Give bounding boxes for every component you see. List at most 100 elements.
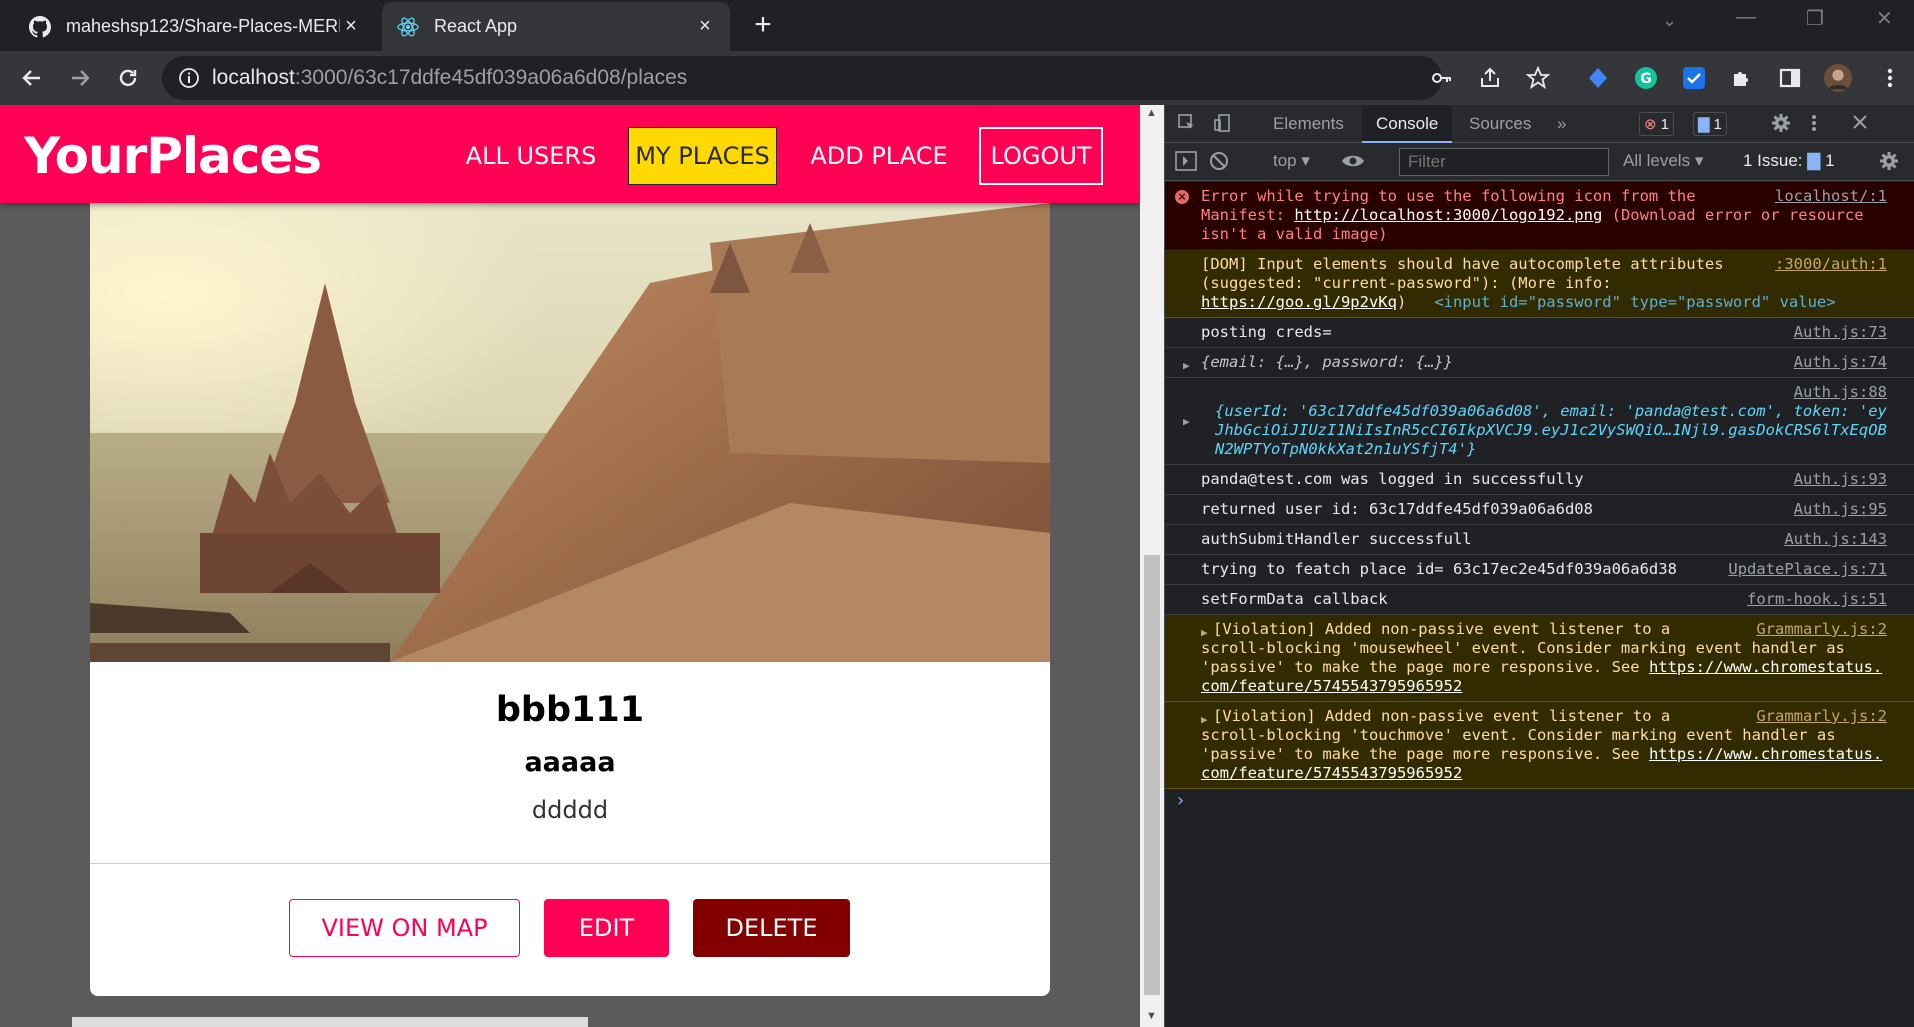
devtools-menu-icon[interactable] <box>1803 113 1825 135</box>
error-circle-icon: × <box>1175 190 1189 204</box>
tab-console[interactable]: Console <box>1362 105 1453 143</box>
tab-sources[interactable]: Sources <box>1455 105 1545 143</box>
close-tab-icon[interactable]: × <box>694 15 716 38</box>
message-tail: ) <box>1396 293 1407 311</box>
close-window-icon[interactable]: ✕ <box>1876 6 1893 31</box>
console-log-message: form-hook.js:51 setFormData callback <box>1165 585 1914 615</box>
reload-icon[interactable] <box>110 60 146 96</box>
checkmark-extension-icon[interactable] <box>1680 64 1708 92</box>
console-log-message: Auth.js:73 posting creds= <box>1165 318 1914 348</box>
browser-toolbar: localhost:3000/63c17ddfe45df039a06a6d08/… <box>0 51 1914 105</box>
browser-tab-react-app[interactable]: React App × <box>382 2 730 51</box>
tab-search-icon[interactable]: ⌄ <box>1662 10 1677 31</box>
address-bar[interactable]: localhost:3000/63c17ddfe45df039a06a6d08/… <box>162 56 1442 100</box>
element-reference[interactable]: <input id="password" type="password" val… <box>1434 293 1835 311</box>
nav-my-places[interactable]: MY PLACES <box>628 127 777 185</box>
bookmark-star-icon[interactable] <box>1524 64 1552 92</box>
expand-triangle-icon[interactable]: ▶ <box>1183 412 1190 431</box>
scroll-down-arrow-icon[interactable]: ▼ <box>1146 1010 1157 1022</box>
web-page-viewport: YourPlaces ALL USERS MY PLACES ADD PLACE… <box>0 105 1140 1027</box>
more-info-link[interactable]: https://goo.gl/9p2vKq <box>1201 293 1397 311</box>
share-icon[interactable] <box>1476 64 1504 92</box>
profile-avatar[interactable] <box>1824 64 1852 92</box>
delete-button[interactable]: DELETE <box>693 899 850 957</box>
new-tab-button[interactable]: + <box>748 8 778 42</box>
error-icon: ⊗ <box>1644 116 1657 133</box>
settings-gear-icon[interactable] <box>1763 113 1799 135</box>
source-link[interactable]: Grammarly.js:2 <box>1756 620 1887 639</box>
close-devtools-icon[interactable] <box>1843 113 1877 135</box>
scroll-up-arrow-icon[interactable]: ▲ <box>1146 107 1157 119</box>
extensions-puzzle-icon[interactable] <box>1728 64 1756 92</box>
issue-count: 1 <box>1825 151 1835 170</box>
clear-console-icon[interactable] <box>1209 151 1229 176</box>
source-link[interactable]: localhost/:1 <box>1775 187 1887 206</box>
nav-logout[interactable]: LOGOUT <box>979 127 1103 185</box>
eye-icon[interactable] <box>1341 151 1365 176</box>
error-count-badge[interactable]: ⊗ 1 <box>1639 112 1674 136</box>
nav-add-place[interactable]: ADD PLACE <box>799 127 959 185</box>
github-icon <box>28 15 52 39</box>
console-filter-input[interactable] <box>1399 148 1609 176</box>
log-levels-label: All levels <box>1623 151 1691 170</box>
manifest-icon-link[interactable]: http://localhost:3000/logo192.png <box>1294 206 1602 224</box>
source-link[interactable]: Auth.js:74 <box>1794 353 1887 372</box>
console-settings-gear-icon[interactable] <box>1879 151 1899 176</box>
tab-elements[interactable]: Elements <box>1259 105 1358 143</box>
brand-logo[interactable]: YourPlaces <box>24 127 322 185</box>
console-violation-message[interactable]: ▶ Grammarly.js:2 [Violation] Added non-p… <box>1165 702 1914 789</box>
source-link[interactable]: Grammarly.js:2 <box>1756 707 1887 726</box>
message-text: [DOM] Input elements should have autocom… <box>1201 255 1724 292</box>
source-link[interactable]: Auth.js:95 <box>1794 500 1887 519</box>
menu-kebab-icon[interactable] <box>1876 64 1904 92</box>
source-link[interactable]: UpdatePlace.js:71 <box>1728 560 1887 579</box>
object-preview: {userId: '63c17ddfe45df039a06a6d08', ema… <box>1215 402 1887 458</box>
view-on-map-button[interactable]: VIEW ON MAP <box>289 899 520 957</box>
console-input-row[interactable]: › <box>1165 789 1914 817</box>
url-host: localhost <box>212 66 295 89</box>
more-tabs-icon[interactable]: » <box>1543 105 1580 143</box>
console-log-object[interactable]: ▶ Auth.js:74 {email: {…}, password: {…}} <box>1165 348 1914 378</box>
console-warning-message: :3000/auth:1 [DOM] Input elements should… <box>1165 250 1914 318</box>
browser-tab-github[interactable]: maheshsp123/Share-Places-MERN × <box>14 2 376 51</box>
issues-button[interactable]: 1 Issue: ▇ 1 <box>1743 151 1835 171</box>
expand-triangle-icon[interactable]: ▶ <box>1201 710 1208 729</box>
tab-title: React App <box>434 16 518 36</box>
source-link[interactable]: Auth.js:143 <box>1784 530 1887 549</box>
side-panel-icon[interactable] <box>1776 64 1804 92</box>
console-toolbar: top ▾ All levels ▾ 1 Issue: ▇ 1 <box>1165 143 1914 181</box>
log-levels-dropdown[interactable]: All levels ▾ <box>1623 151 1703 171</box>
expand-triangle-icon[interactable]: ▶ <box>1201 623 1208 642</box>
scrollbar-thumb[interactable] <box>1144 555 1160 995</box>
info-icon[interactable] <box>178 67 200 89</box>
extension-blue-icon[interactable] <box>1584 64 1612 92</box>
page-scrollbar[interactable]: ▲ ▼ <box>1140 105 1164 1027</box>
restore-icon[interactable]: ❐ <box>1806 6 1824 31</box>
device-toolbar-icon[interactable] <box>1205 113 1241 135</box>
edit-button[interactable]: EDIT <box>544 899 669 957</box>
message-text: setFormData callback <box>1201 590 1388 608</box>
minimize-icon[interactable]: — <box>1736 6 1756 29</box>
source-link[interactable]: Auth.js:88 <box>1794 383 1887 401</box>
place-title: bbb111 <box>495 690 645 730</box>
message-count-badge[interactable]: ▇ 1 <box>1693 112 1727 136</box>
grammarly-icon[interactable]: G <box>1632 64 1660 92</box>
browser-tab-strip: maheshsp123/Share-Places-MERN × React Ap… <box>0 0 1914 51</box>
context-selector[interactable]: top ▾ <box>1273 151 1310 171</box>
console-log-object[interactable]: ▶ Auth.js:88 {userId: '63c17ddfe45df039a… <box>1165 378 1914 465</box>
nav-all-users[interactable]: ALL USERS <box>456 127 606 185</box>
console-messages: × localhost/:1 Error while trying to use… <box>1165 182 1914 1027</box>
expand-triangle-icon[interactable]: ▶ <box>1183 356 1190 375</box>
back-icon[interactable] <box>14 60 50 96</box>
key-icon[interactable] <box>1428 64 1456 92</box>
source-link[interactable]: form-hook.js:51 <box>1747 590 1887 609</box>
source-link[interactable]: :3000/auth:1 <box>1775 255 1887 274</box>
url-path: :3000/63c17ddfe45df039a06a6d08/places <box>294 66 688 89</box>
console-violation-message[interactable]: ▶ Grammarly.js:2 [Violation] Added non-p… <box>1165 615 1914 702</box>
source-link[interactable]: Auth.js:93 <box>1794 470 1887 489</box>
inspect-element-icon[interactable] <box>1169 113 1205 135</box>
source-link[interactable]: Auth.js:73 <box>1794 323 1887 342</box>
sidebar-toggle-icon[interactable] <box>1175 151 1197 176</box>
close-tab-icon[interactable]: × <box>340 15 362 38</box>
forward-icon[interactable] <box>62 60 98 96</box>
